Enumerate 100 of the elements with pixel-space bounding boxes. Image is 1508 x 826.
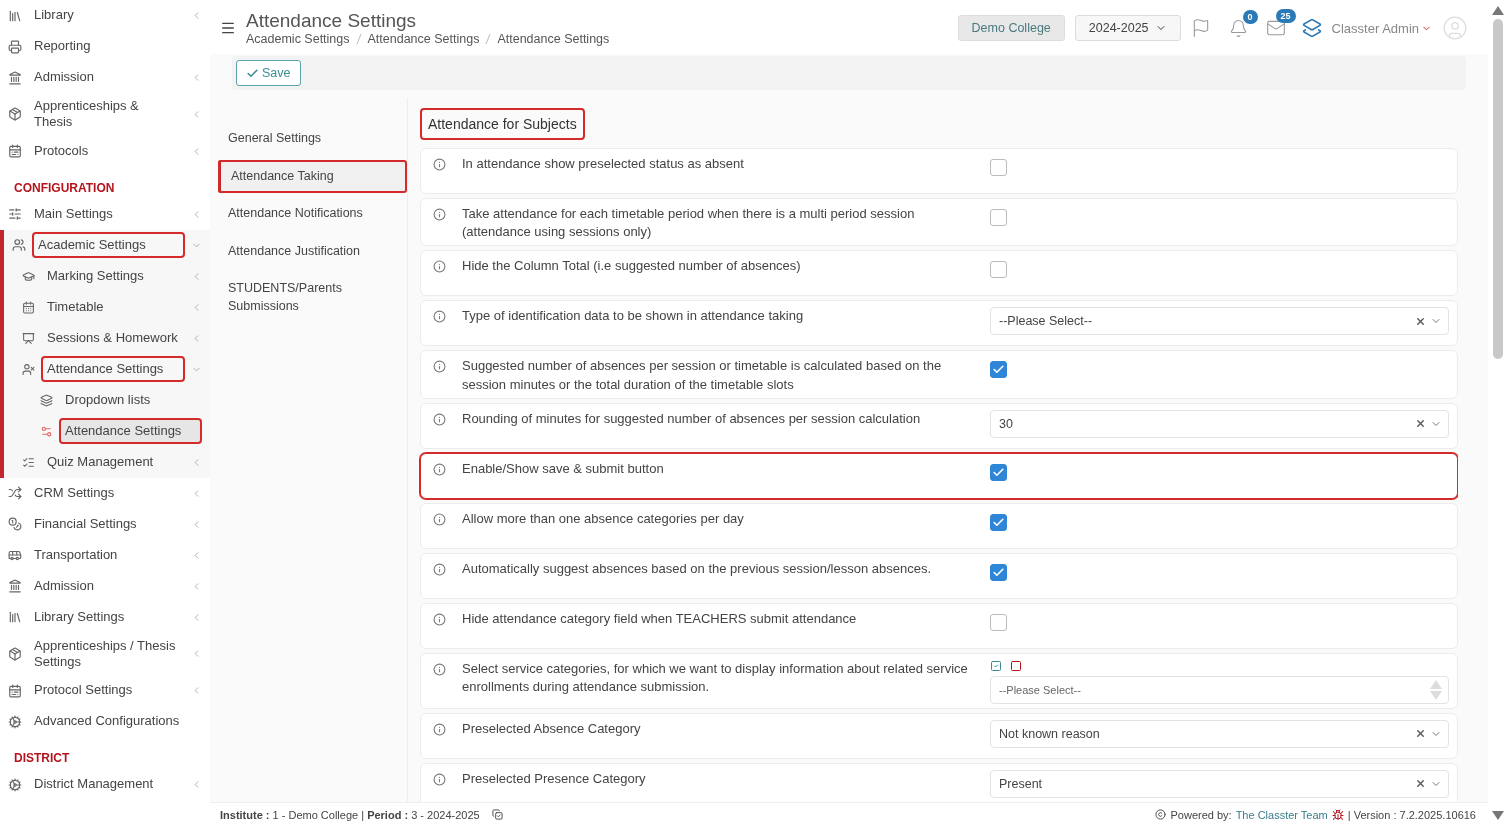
sidebar-item[interactable]: Protocol Settings [28, 677, 185, 704]
sidebar-item[interactable]: Financial Settings [28, 510, 185, 538]
breadcrumb-link[interactable]: Attendance Settings [497, 32, 610, 46]
setting-label: Allow more than one absence categories per day [462, 509, 745, 528]
clear-icon[interactable] [1415, 728, 1426, 740]
institute-button[interactable]: Demo College [957, 15, 1065, 41]
checkbox[interactable] [990, 159, 1007, 176]
sidebar-item[interactable]: Attendance Settings [59, 417, 202, 445]
settings-tab[interactable]: Attendance Justification [218, 234, 407, 268]
info-icon[interactable] [433, 462, 446, 476]
sidebar-item[interactable]: Library Settings [28, 603, 185, 631]
checkbox[interactable] [990, 261, 1007, 279]
notification-badge: 0 [1242, 9, 1258, 24]
sidebar-item[interactable]: Advanced Configurations [28, 708, 202, 735]
menu-icon [8, 714, 22, 729]
menu-icon [8, 777, 22, 792]
sidebar-item[interactable]: Sessions & Homework [41, 324, 185, 352]
setting-label: Suggested number of absences per session or timetable is calculated based on the session minutes or the total duration of the timetable slots [462, 357, 943, 394]
select-field[interactable]: 30 [990, 409, 1449, 438]
sidebar-item[interactable]: Apprenticeships / Thesis Settings [28, 632, 185, 675]
copy-icon[interactable] [491, 809, 503, 820]
info-icon[interactable] [433, 260, 446, 274]
sidebar-item[interactable]: Quiz Management [41, 448, 185, 476]
sidebar-item[interactable]: Library [28, 2, 185, 29]
info-icon[interactable] [433, 562, 446, 576]
setting-label: Preselected Presence Category [462, 769, 647, 788]
section-title: Attendance for Subjects [420, 108, 585, 140]
menu-icon [8, 8, 22, 23]
page-title: Attendance Settings [246, 10, 418, 32]
sidebar-item[interactable]: Reporting [28, 33, 202, 60]
info-icon[interactable] [433, 662, 446, 676]
section-heading: CONFIGURATION [13, 179, 116, 197]
sidebar-item[interactable]: Marking Settings [41, 262, 185, 290]
sidebar-item[interactable]: Academic Settings [32, 231, 185, 259]
info-icon[interactable] [433, 360, 446, 374]
sidebar-item[interactable]: Apprenticeships & Thesis [28, 93, 185, 136]
sidebar-item[interactable]: Main Settings [28, 200, 185, 228]
layers-icon[interactable] [1301, 18, 1322, 38]
save-button[interactable]: Save [236, 60, 301, 86]
info-icon[interactable] [433, 722, 446, 736]
menu-icon [12, 238, 26, 252]
select-field[interactable]: Present [990, 769, 1449, 798]
menu-icon [8, 39, 22, 54]
sidebar-item[interactable]: Timetable [41, 293, 185, 321]
sidebar-item[interactable]: Protocols [28, 137, 185, 165]
breadcrumb-link[interactable]: Attendance Settings [367, 32, 480, 46]
menu-icon [8, 70, 22, 85]
settings-tab[interactable]: Attendance Taking [218, 159, 407, 193]
menu-icon [8, 646, 22, 661]
menu-icon [8, 486, 22, 500]
sidebar-item[interactable]: Admission [28, 64, 185, 91]
menu-icon [22, 269, 35, 283]
settings-tab[interactable]: STUDENTS/Parents Submissions [218, 272, 407, 323]
info-icon[interactable] [433, 772, 446, 786]
info-icon[interactable] [433, 412, 446, 426]
setting-label: Preselected Absence Category [462, 719, 642, 738]
info-icon[interactable] [433, 612, 446, 626]
breadcrumb-link[interactable]: Academic Settings [246, 32, 350, 46]
year-select[interactable]: 2024-2025 [1074, 15, 1181, 41]
setting-label: Rounding of minutes for suggested number of absences per session calculation [462, 409, 922, 428]
clear-icon[interactable] [1415, 418, 1426, 430]
info-icon[interactable] [433, 512, 446, 526]
sidebar-item[interactable]: Transportation [28, 541, 185, 569]
checkbox[interactable] [990, 361, 1007, 379]
checkbox[interactable] [990, 513, 1007, 531]
menu-icon [8, 548, 22, 562]
checkbox[interactable] [990, 209, 1007, 226]
setting-label: Hide attendance category field when TEACHERS submit attendance [462, 609, 858, 628]
select-all-icon[interactable] [990, 659, 1002, 672]
sidebar-item[interactable]: CRM Settings [28, 479, 185, 507]
user-menu[interactable]: Classter Admin [1331, 20, 1432, 36]
deselect-all-icon[interactable] [1010, 659, 1022, 672]
select-field[interactable]: Not known reason [990, 719, 1449, 748]
sidebar-item[interactable]: Dropdown lists [59, 386, 202, 414]
mail-icon[interactable] [1265, 18, 1286, 38]
menu-icon[interactable] [220, 20, 236, 36]
bell-icon[interactable] [1228, 18, 1248, 38]
menu-icon [22, 362, 35, 376]
settings-tab[interactable]: General Settings [218, 122, 407, 156]
team-link[interactable]: The Classter Team [1235, 808, 1328, 821]
info-icon[interactable] [433, 158, 446, 171]
clear-icon[interactable] [1415, 315, 1426, 327]
setting-label: In attendance show preselected status as absent [462, 155, 745, 173]
sidebar-item[interactable]: Attendance Settings [41, 355, 185, 383]
checkbox[interactable] [990, 613, 1007, 631]
info-icon[interactable] [433, 208, 446, 221]
check-icon [992, 515, 1005, 529]
settings-tab[interactable]: Attendance Notifications [218, 197, 407, 231]
select-field[interactable]: --Please Select-- [990, 675, 1449, 704]
check-icon [992, 565, 1005, 579]
info-icon[interactable] [433, 310, 446, 324]
sidebar-item[interactable]: Admission [28, 572, 185, 600]
breadcrumb-separator [485, 33, 492, 45]
checkbox[interactable] [990, 463, 1007, 481]
menu-icon [22, 331, 35, 345]
checkbox[interactable] [990, 563, 1007, 581]
menu-icon [8, 579, 22, 593]
clear-icon[interactable] [1415, 778, 1426, 790]
sidebar-item[interactable]: District Management [28, 771, 185, 798]
select-field[interactable]: --Please Select-- [990, 307, 1449, 336]
